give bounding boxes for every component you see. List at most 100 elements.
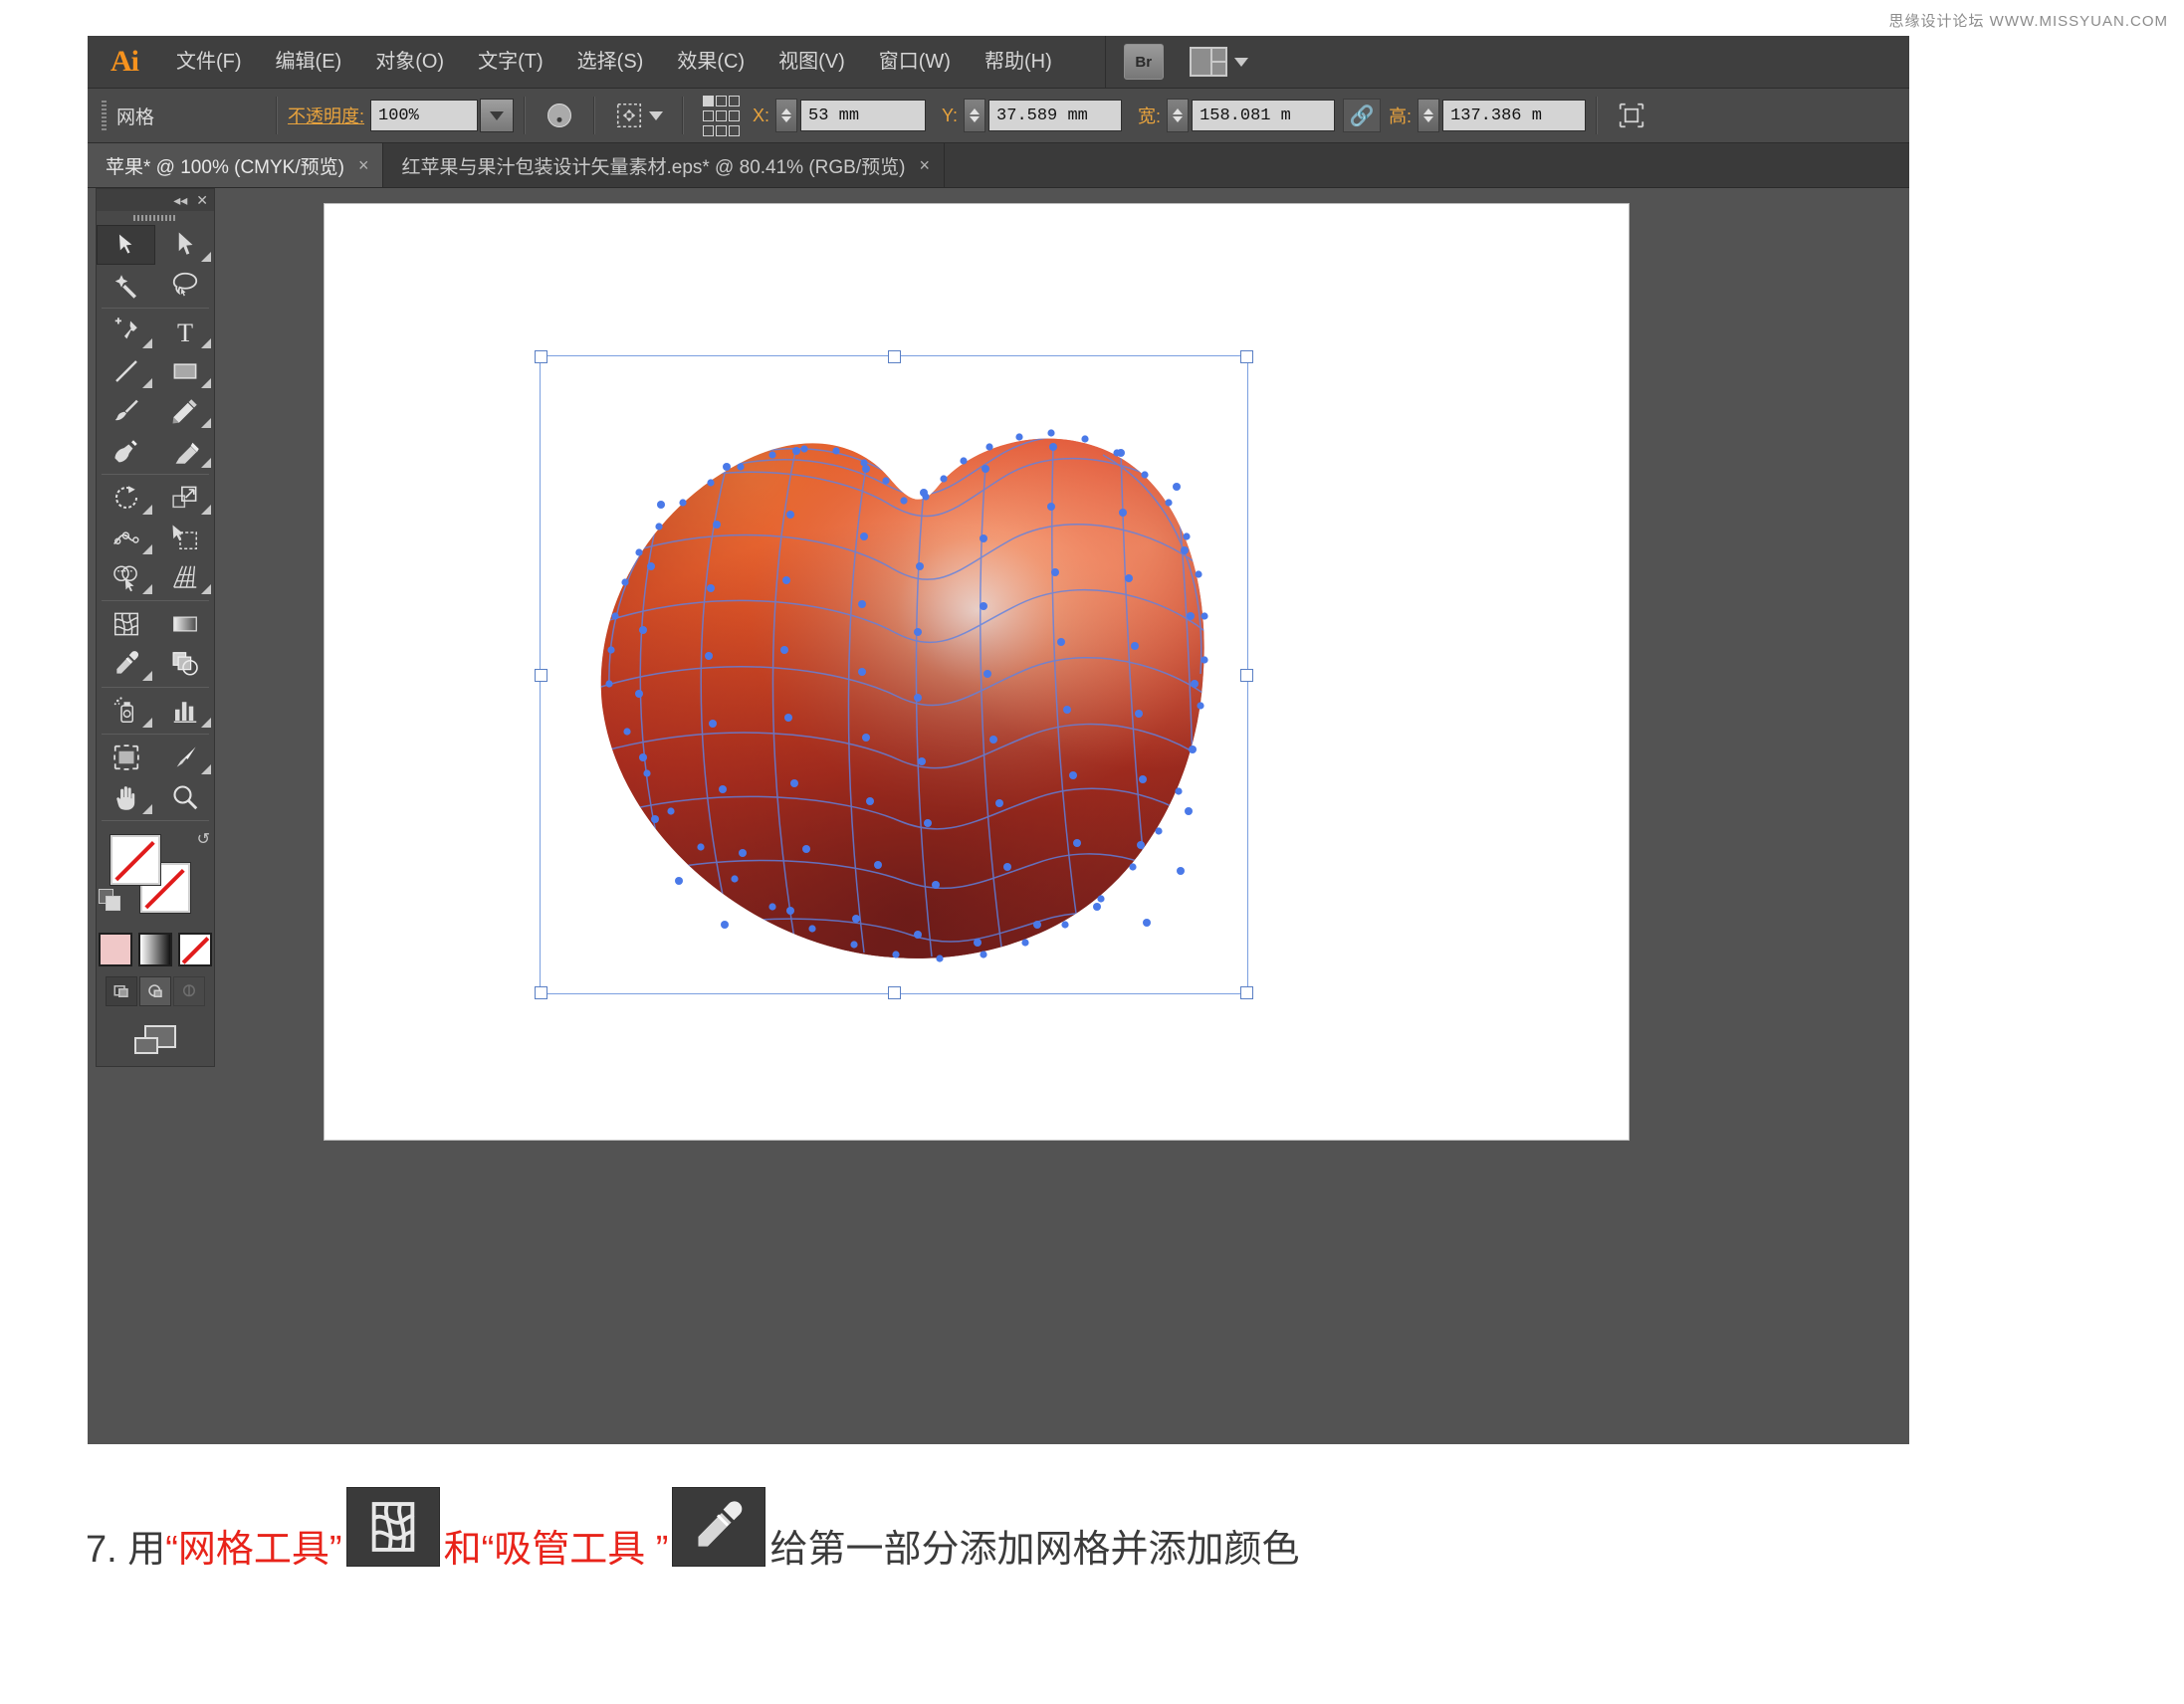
mesh-tool[interactable] <box>97 604 155 644</box>
artboard[interactable] <box>325 204 1629 1140</box>
eyedropper-tool[interactable] <box>97 644 155 684</box>
height-input[interactable]: 137.386 m <box>1442 100 1587 131</box>
caption-tool1-name: “网格工具” <box>165 1528 342 1571</box>
artboard-tool[interactable] <box>97 738 155 777</box>
perspective-grid-tool[interactable] <box>155 557 214 597</box>
slice-tool[interactable] <box>155 738 214 777</box>
link-proportions-icon[interactable]: 🔗 <box>1343 99 1382 132</box>
illustrator-window: Ai 文件(F) 编辑(E) 对象(O) 文字(T) 选择(S) 效果(C) 视… <box>88 36 1909 1444</box>
menu-item-edit[interactable]: 编辑(E) <box>259 36 359 88</box>
fill-swatch[interactable] <box>110 835 160 885</box>
rectangle-tool[interactable] <box>155 351 214 391</box>
y-label: Y: <box>942 105 959 125</box>
blob-brush-tool[interactable] <box>97 431 155 471</box>
menu-item-window[interactable]: 窗口(W) <box>862 36 968 88</box>
x-input[interactable]: 53 mm <box>800 100 927 131</box>
free-transform-tool[interactable] <box>155 518 214 557</box>
width-stepper[interactable] <box>1167 99 1190 132</box>
arrange-documents-icon[interactable] <box>129 1020 181 1060</box>
color-mode-button[interactable] <box>99 933 132 966</box>
column-graph-tool[interactable] <box>155 691 214 731</box>
width-warp-tool[interactable] <box>97 518 155 557</box>
gradient-tool[interactable] <box>155 604 214 644</box>
default-fill-stroke-icon[interactable] <box>99 889 120 911</box>
close-icon[interactable]: ✕ <box>196 192 208 209</box>
align-transform-icon[interactable] <box>614 101 664 130</box>
shape-builder-tool[interactable] <box>97 557 155 597</box>
chevron-down-icon <box>1233 57 1248 67</box>
normal-screen-mode-button[interactable] <box>106 976 137 1006</box>
canvas-scroll-area[interactable] <box>227 196 1909 1444</box>
divider <box>682 97 685 134</box>
reference-point-grid[interactable] <box>703 95 741 136</box>
width-input[interactable]: 158.081 m <box>1192 100 1336 131</box>
menu-item-help[interactable]: 帮助(H) <box>968 36 1069 88</box>
menu-item-object[interactable]: 对象(O) <box>358 36 461 88</box>
gradient-mode-button[interactable] <box>138 933 172 966</box>
close-icon[interactable]: × <box>358 155 369 176</box>
document-tab-eps[interactable]: 红苹果与果汁包装设计矢量素材.eps* @ 80.41% (RGB/预览) × <box>383 143 945 187</box>
menu-item-type[interactable]: 文字(T) <box>461 36 560 88</box>
menu-item-view[interactable]: 视图(V) <box>762 36 862 88</box>
close-icon[interactable]: × <box>919 155 930 176</box>
pencil-tool[interactable] <box>155 391 214 431</box>
y-stepper[interactable] <box>964 99 986 132</box>
width-label: 宽: <box>1138 106 1162 126</box>
app-logo-icon: Ai <box>110 45 139 78</box>
menu-item-file[interactable]: 文件(F) <box>159 36 259 88</box>
tool-row <box>97 431 214 471</box>
full-screen-menubar-mode-button[interactable] <box>139 976 171 1006</box>
tool-row <box>97 738 214 777</box>
opacity-mode-icon[interactable] <box>545 101 574 130</box>
control-bar-grip[interactable] <box>102 101 107 130</box>
divider <box>1596 97 1599 134</box>
full-screen-mode-button[interactable] <box>173 976 205 1006</box>
tutorial-caption: 7. 用 “网格工具” 和 “吸管工具 ” 给第一部分添加网格并添加颜色 <box>86 1487 1299 1585</box>
y-input[interactable]: 37.589 mm <box>988 100 1123 131</box>
hand-tool[interactable] <box>97 777 155 817</box>
document-tab-apple[interactable]: 苹果* @ 100% (CMYK/预览) × <box>88 143 384 187</box>
menu-item-select[interactable]: 选择(S) <box>560 36 661 88</box>
apple-gradient-mesh-artwork[interactable] <box>540 355 1246 992</box>
tools-panel-header: ◂◂ ✕ <box>97 189 214 211</box>
zoom-tool[interactable] <box>155 777 214 817</box>
rotate-tool[interactable] <box>97 478 155 518</box>
lasso-tool[interactable] <box>155 265 214 305</box>
eraser-tool[interactable] <box>155 431 214 471</box>
line-segment-tool[interactable] <box>97 351 155 391</box>
swap-fill-stroke-icon[interactable]: ↺ <box>197 829 210 849</box>
type-tool[interactable]: T <box>155 312 214 351</box>
menu-item-effect[interactable]: 效果(C) <box>660 36 762 88</box>
opacity-dropdown-button[interactable] <box>480 99 515 132</box>
selection-tool[interactable] <box>97 225 155 265</box>
paint-mode-row <box>97 933 214 966</box>
divider <box>102 600 209 601</box>
bridge-button[interactable]: Br <box>1123 44 1164 80</box>
divider <box>593 97 596 134</box>
divider <box>102 734 209 735</box>
symbol-sprayer-tool[interactable] <box>97 691 155 731</box>
none-mode-button[interactable] <box>178 933 212 966</box>
direct-selection-tool[interactable] <box>155 225 214 265</box>
collapse-chevrons-icon[interactable]: ◂◂ <box>173 192 187 209</box>
tool-row <box>97 777 214 817</box>
caption-step-number: 7. 用 <box>86 1528 166 1571</box>
tools-panel-grip[interactable] <box>97 211 214 225</box>
blend-tool[interactable] <box>155 644 214 684</box>
height-stepper[interactable] <box>1418 99 1440 132</box>
tool-row: T <box>97 312 214 351</box>
bounding-box-icon[interactable] <box>1617 101 1646 130</box>
tool-row <box>97 265 214 305</box>
magic-wand-tool[interactable] <box>97 265 155 305</box>
tool-row <box>97 391 214 431</box>
scale-tool[interactable] <box>155 478 214 518</box>
document-tab-bar: 苹果* @ 100% (CMYK/预览) × 红苹果与果汁包装设计矢量素材.ep… <box>88 143 1909 188</box>
workspace-switcher[interactable] <box>1189 47 1248 77</box>
fill-stroke-controls: ? ↺ <box>97 827 214 931</box>
pen-tool[interactable] <box>97 312 155 351</box>
paintbrush-tool[interactable] <box>97 391 155 431</box>
tool-row <box>97 518 214 557</box>
x-stepper[interactable] <box>775 99 798 132</box>
opacity-input[interactable]: 100% <box>370 100 479 131</box>
opacity-label[interactable]: 不透明度: <box>288 103 364 128</box>
